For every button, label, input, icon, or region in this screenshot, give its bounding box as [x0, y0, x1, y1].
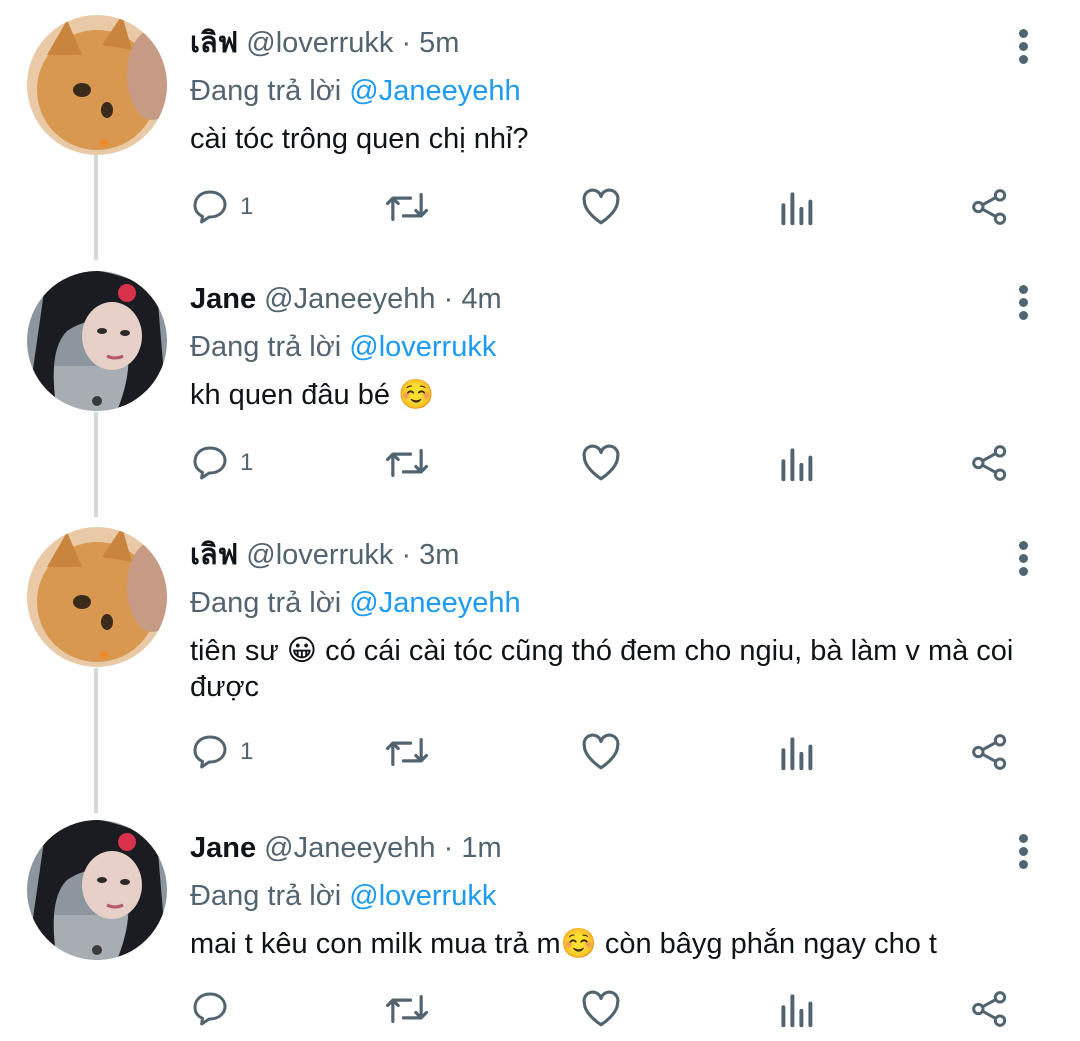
analytics-button[interactable] — [778, 185, 814, 229]
stats-icon — [781, 994, 813, 1028]
replying-to: Đang trả lời @loverrukk — [190, 327, 1020, 377]
tweet-header: Jane @Janeeyehh · 1m — [190, 820, 1020, 876]
reply-icon — [193, 190, 227, 224]
separator: · — [443, 283, 454, 315]
cat-avatar-image — [27, 15, 167, 155]
girl-avatar-image — [27, 271, 167, 411]
like-icon — [582, 990, 620, 1027]
author-handle[interactable]: @loverrukk — [246, 27, 393, 59]
tweet[interactable]: Jane @Janeeyehh · 4m Đang trả lời @lover… — [0, 271, 1080, 501]
timestamp[interactable]: 1m — [461, 832, 501, 864]
separator: · — [443, 832, 454, 864]
more-icon[interactable] — [1016, 834, 1030, 874]
analytics-button[interactable] — [778, 730, 814, 774]
share-icon — [972, 189, 1007, 225]
retweet-icon — [385, 995, 429, 1023]
tweet-text: kh quen đâu bé ☺️ — [190, 379, 435, 411]
retweet-icon — [385, 193, 429, 221]
author-handle[interactable]: @Janeeyehh — [264, 832, 435, 864]
like-button[interactable] — [580, 987, 622, 1031]
stats-icon — [781, 448, 813, 482]
separator: · — [401, 27, 412, 59]
share-button[interactable] — [970, 185, 1010, 229]
retweet-icon — [385, 738, 429, 766]
timestamp[interactable]: 5m — [419, 27, 459, 59]
share-button[interactable] — [970, 987, 1010, 1031]
mention-link[interactable]: @loverrukk — [349, 331, 496, 363]
like-button[interactable] — [580, 185, 622, 229]
author-name[interactable]: เลิฟ — [190, 27, 238, 59]
replying-prefix: Đang trả lời — [190, 331, 342, 363]
retweet-button[interactable] — [384, 730, 430, 774]
tweet-text: mai t kêu con milk mua trả m☺️ còn bâyg … — [190, 928, 937, 960]
replying-to: Đang trả lời @Janeeyehh — [190, 71, 1020, 121]
girl-avatar-image — [27, 820, 167, 960]
stats-icon — [781, 737, 813, 771]
tweet-actions: 1 — [190, 441, 1020, 485]
like-button[interactable] — [580, 730, 622, 774]
like-button[interactable] — [580, 441, 622, 485]
tweet-header: Jane @Janeeyehh · 4m — [190, 271, 1020, 327]
stats-icon — [781, 192, 813, 226]
avatar[interactable] — [27, 527, 167, 667]
tweet-text: cài tóc trông quen chị nhỉ? — [190, 123, 529, 155]
more-icon[interactable] — [1016, 285, 1030, 325]
tweet[interactable]: เลิฟ @loverrukk · 5m Đang trả lời @Janee… — [0, 15, 1080, 245]
author-name[interactable]: Jane — [190, 283, 256, 315]
reply-button[interactable]: 1 — [190, 730, 253, 774]
retweet-button[interactable] — [384, 185, 430, 229]
tweet-actions: 1 — [190, 185, 1020, 229]
reply-count: 1 — [240, 738, 254, 765]
avatar[interactable] — [27, 15, 167, 155]
analytics-button[interactable] — [778, 441, 814, 485]
share-button[interactable] — [970, 441, 1010, 485]
like-icon — [582, 188, 620, 225]
author-handle[interactable]: @loverrukk — [246, 539, 393, 571]
separator: · — [401, 539, 412, 571]
author-handle[interactable]: @Janeeyehh — [264, 283, 435, 315]
reply-icon — [193, 735, 227, 769]
tweet[interactable]: Jane @Janeeyehh · 1m Đang trả lời @lover… — [0, 820, 1080, 1041]
reply-count: 1 — [240, 193, 254, 220]
more-icon[interactable] — [1016, 29, 1030, 69]
avatar[interactable] — [27, 271, 167, 411]
reply-button[interactable]: 1 — [190, 441, 253, 485]
avatar[interactable] — [27, 820, 167, 960]
share-icon — [972, 991, 1007, 1027]
tweet-header: เลิฟ @loverrukk · 3m — [190, 527, 1020, 583]
replying-to: Đang trả lời @Janeeyehh — [190, 583, 1020, 633]
mention-link[interactable]: @loverrukk — [349, 880, 496, 912]
share-icon — [972, 445, 1007, 481]
retweet-button[interactable] — [384, 987, 430, 1031]
author-name[interactable]: เลิฟ — [190, 539, 238, 571]
share-icon — [972, 734, 1007, 770]
tweet-text: tiên sư 😀 có cái cài tóc cũng thó đem ch… — [190, 635, 1014, 703]
author-name[interactable]: Jane — [190, 832, 256, 864]
more-icon[interactable] — [1016, 541, 1030, 581]
mention-link[interactable]: @Janeeyehh — [349, 75, 520, 107]
reply-icon — [193, 446, 227, 480]
replying-to: Đang trả lời @loverrukk — [190, 876, 1020, 926]
cat-avatar-image — [27, 527, 167, 667]
reply-icon — [193, 992, 227, 1026]
reply-button[interactable] — [190, 987, 240, 1031]
replying-prefix: Đang trả lời — [190, 587, 342, 619]
like-icon — [582, 444, 620, 481]
retweet-button[interactable] — [384, 441, 430, 485]
replying-prefix: Đang trả lời — [190, 75, 342, 107]
analytics-button[interactable] — [778, 987, 814, 1031]
replying-prefix: Đang trả lời — [190, 880, 342, 912]
share-button[interactable] — [970, 730, 1010, 774]
like-icon — [582, 733, 620, 770]
retweet-icon — [385, 449, 429, 477]
tweet-actions — [190, 987, 1020, 1031]
tweet[interactable]: เลิฟ @loverrukk · 3m Đang trả lời @Janee… — [0, 527, 1080, 797]
tweet-actions: 1 — [190, 730, 1020, 774]
reply-button[interactable]: 1 — [190, 185, 253, 229]
timestamp[interactable]: 3m — [419, 539, 459, 571]
timestamp[interactable]: 4m — [461, 283, 501, 315]
mention-link[interactable]: @Janeeyehh — [349, 587, 520, 619]
reply-count: 1 — [240, 449, 254, 476]
tweet-header: เลิฟ @loverrukk · 5m — [190, 15, 1020, 71]
